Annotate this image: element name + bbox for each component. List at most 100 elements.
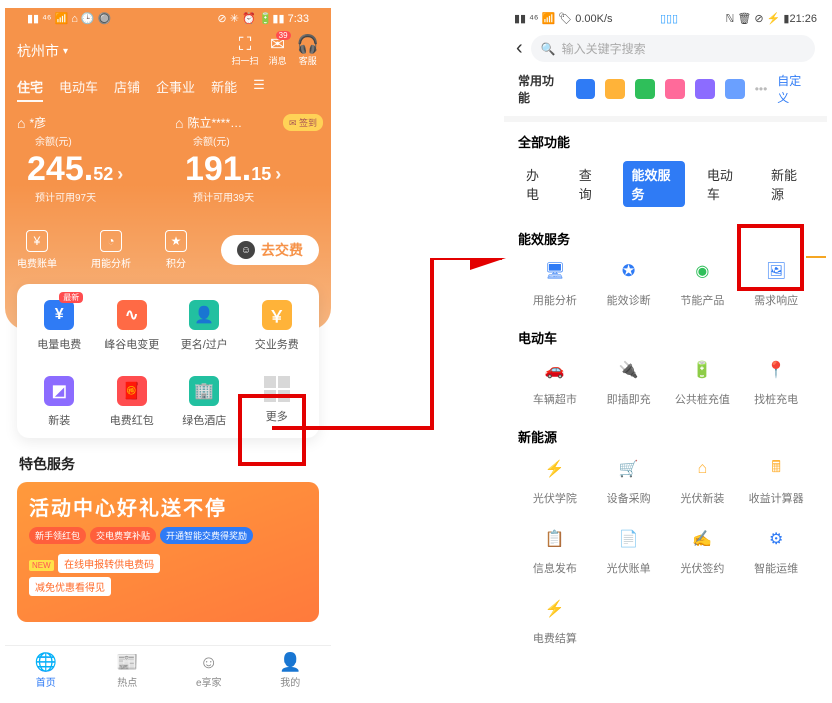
feature-icon: 👤 bbox=[189, 300, 219, 330]
feature-label: 峰谷电变更 bbox=[104, 336, 159, 352]
feature-峰谷电变更[interactable]: ∿峰谷电变更 bbox=[96, 296, 169, 356]
fav-icon[interactable] bbox=[725, 79, 745, 99]
service-label: 光伏签约 bbox=[680, 560, 724, 576]
tab-shop[interactable]: 店铺 bbox=[114, 77, 140, 102]
usage-button[interactable]: ◔用能分析 bbox=[91, 230, 131, 270]
tab-ev[interactable]: 电动车 bbox=[59, 77, 98, 102]
service-能效诊断[interactable]: ✪能效诊断 bbox=[592, 256, 666, 308]
favorites-row: 常用功能 ••• 自定义 bbox=[504, 68, 827, 116]
service-icon: 🖥 bbox=[540, 256, 570, 286]
flow-arrow bbox=[272, 258, 532, 468]
highlight-demand-response bbox=[737, 224, 804, 291]
cat-tab-active[interactable]: 能效服务 bbox=[623, 161, 684, 207]
feature-label: 电费红包 bbox=[110, 412, 154, 428]
feature-icon: 🏢 bbox=[189, 376, 219, 406]
fav-icon[interactable] bbox=[695, 79, 715, 99]
fav-icon[interactable] bbox=[665, 79, 685, 99]
nav-ehome[interactable]: ☺e享家 bbox=[168, 646, 250, 695]
service-光伏新装[interactable]: ⌂光伏新装 bbox=[666, 454, 740, 506]
service-label: 电费结算 bbox=[533, 630, 577, 646]
hero-tabs: 住宅 电动车 店铺 企事业 新能 ☰ bbox=[17, 77, 319, 102]
account-card-2[interactable]: ✉ 签到 ⌂陈立****… 余额(元) 191.15› 预计可用39天 bbox=[175, 114, 319, 204]
fav-icon[interactable] bbox=[635, 79, 655, 99]
service-智能运维[interactable]: ⚙智能运维 bbox=[739, 524, 813, 576]
cat-tab[interactable]: 电动车 bbox=[699, 161, 749, 207]
section-new-energy: 新能源 ⚡光伏学院🛒设备采购⌂光伏新装🖩收益计算器📋信息发布📄光伏账单✍光伏签约… bbox=[504, 411, 827, 650]
badge: 39 bbox=[276, 31, 291, 40]
cat-tab[interactable]: 办电 bbox=[518, 161, 557, 207]
nav-news[interactable]: 📰热点 bbox=[87, 646, 169, 695]
service-icon: ✪ bbox=[614, 256, 644, 286]
scan-icon: ⛶ bbox=[239, 35, 252, 53]
service-即插即充[interactable]: 🔌即插即充 bbox=[592, 355, 666, 407]
feature-label: 电量电费 bbox=[37, 336, 81, 352]
promo-banner[interactable]: 活动中心好礼送不停 新手领红包 交电费享补贴 开通智能交费得奖励 NEW 在线申… bbox=[17, 482, 319, 622]
scan-button[interactable]: ⛶扫一扫 bbox=[232, 35, 259, 67]
search-placeholder: 输入关键字搜索 bbox=[562, 40, 646, 57]
tab-enterprise[interactable]: 企事业 bbox=[156, 77, 195, 102]
feature-新装[interactable]: ◩新装 bbox=[23, 372, 96, 432]
menu-icon[interactable]: ☰ bbox=[253, 77, 265, 102]
status-right: ⊘ ✳ ⏰ 🔋▮▮ 7:33 bbox=[217, 12, 309, 25]
feature-电量电费[interactable]: 最新¥电量电费 bbox=[23, 296, 96, 356]
service-label: 即插即充 bbox=[607, 391, 651, 407]
status-bar: ▮▮ ⁴⁶ 📶 🏷 0.00K/s ▯▯▯ ℕ 🗑 ⊘ ⚡ ▮21:26 bbox=[504, 8, 827, 29]
service-公共桩充值[interactable]: 🔋公共桩充值 bbox=[666, 355, 740, 407]
customize-link[interactable]: 自定义 bbox=[777, 72, 813, 106]
pointer-line bbox=[806, 256, 826, 258]
service-电费结算[interactable]: ⚡电费结算 bbox=[518, 594, 592, 646]
support-button[interactable]: 🎧客服 bbox=[297, 35, 319, 67]
chevron-right-icon: › bbox=[117, 164, 123, 185]
feature-icon: ◩ bbox=[44, 376, 74, 406]
service-节能产品[interactable]: ◉ 节能产品 bbox=[666, 256, 740, 308]
headset-icon: 🎧 bbox=[297, 35, 319, 53]
search-input[interactable]: 🔍 输入关键字搜索 bbox=[531, 35, 815, 62]
service-label: 光伏学院 bbox=[533, 490, 577, 506]
service-label: 需求响应 bbox=[754, 292, 798, 308]
service-icon: ◉ bbox=[687, 256, 717, 286]
sign-in-button[interactable]: ✉ 签到 bbox=[283, 114, 323, 131]
service-label: 信息发布 bbox=[533, 560, 577, 576]
service-找桩充电[interactable]: 📍找桩充电 bbox=[739, 355, 813, 407]
feature-电费红包[interactable]: 🧧 电费红包 bbox=[96, 372, 169, 432]
service-光伏签约[interactable]: ✍光伏签约 bbox=[666, 524, 740, 576]
nav-home[interactable]: 🌐首页 bbox=[5, 646, 87, 695]
chevron-down-icon: ▾ bbox=[63, 46, 68, 57]
fav-icon[interactable] bbox=[576, 79, 596, 99]
service-label: 节能产品 bbox=[680, 292, 724, 308]
service-label: 车辆超市 bbox=[533, 391, 577, 407]
service-icon: ⚡ bbox=[540, 454, 570, 484]
fav-icon[interactable] bbox=[605, 79, 625, 99]
city-selector[interactable]: 杭州市 ▾ bbox=[17, 41, 68, 61]
nav-me[interactable]: 👤我的 bbox=[250, 646, 332, 695]
bill-icon: ¥ bbox=[26, 230, 48, 252]
section-ev: 电动车 🚗车辆超市🔌即插即充🔋公共桩充值📍找桩充电 bbox=[504, 312, 827, 411]
new-badge: 最新 bbox=[59, 292, 83, 303]
service-label: 智能运维 bbox=[754, 560, 798, 576]
status-left: ▮▮ ⁴⁶ 📶 ⌂ 🕒 🔘 bbox=[27, 12, 111, 25]
cat-tab[interactable]: 查询 bbox=[571, 161, 610, 207]
points-button[interactable]: ★积分 bbox=[165, 230, 187, 270]
feature-更名/过户[interactable]: 👤更名/过户 bbox=[168, 296, 241, 356]
messages-button[interactable]: ✉39消息 bbox=[269, 35, 287, 67]
service-设备采购[interactable]: 🛒设备采购 bbox=[592, 454, 666, 506]
service-icon: 📋 bbox=[540, 524, 570, 554]
service-icon: 🛒 bbox=[614, 454, 644, 484]
feature-icon: 🧧 bbox=[117, 376, 147, 406]
service-光伏账单[interactable]: 📄光伏账单 bbox=[592, 524, 666, 576]
back-button[interactable]: ‹ bbox=[516, 37, 523, 60]
account-card-1[interactable]: ⌂*彦 余额(元) 245.52› 预计可用97天 bbox=[17, 114, 161, 204]
star-icon: ★ bbox=[165, 230, 187, 252]
service-label: 收益计算器 bbox=[749, 490, 804, 506]
service-收益计算器[interactable]: 🖩收益计算器 bbox=[739, 454, 813, 506]
person-icon: 👤 bbox=[279, 652, 301, 673]
service-label: 光伏新装 bbox=[680, 490, 724, 506]
service-信息发布[interactable]: 📋 信息发布 bbox=[518, 524, 592, 576]
feature-绿色酒店[interactable]: 🏢绿色酒店 bbox=[168, 372, 241, 432]
bill-button[interactable]: ¥电费账单 bbox=[17, 230, 57, 270]
cat-tab[interactable]: 新能源 bbox=[763, 161, 813, 207]
tab-new-energy[interactable]: 新能 bbox=[211, 77, 237, 102]
all-functions-title: 全部功能 bbox=[504, 122, 827, 155]
service-icon: 🔋 bbox=[687, 355, 717, 385]
tab-home[interactable]: 住宅 bbox=[17, 77, 43, 102]
